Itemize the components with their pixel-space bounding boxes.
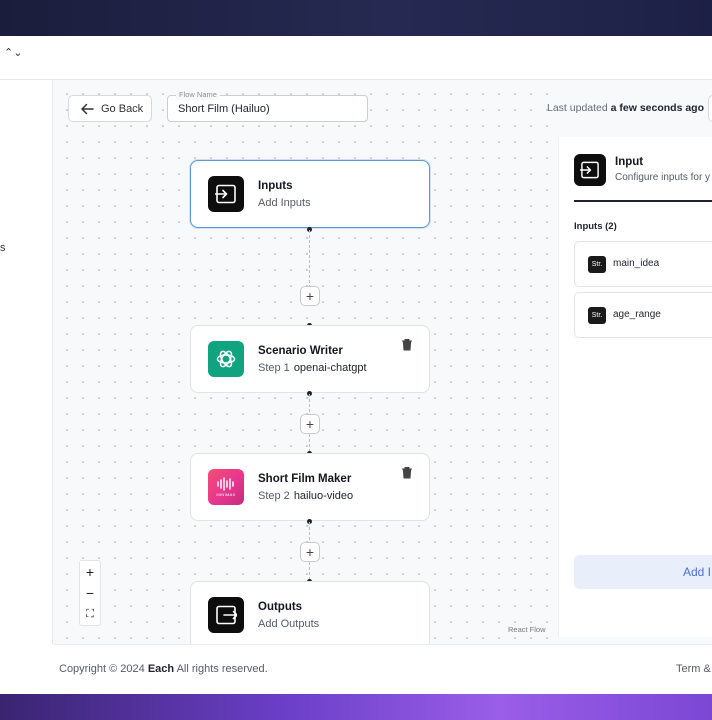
input-name: age_range — [613, 309, 661, 320]
string-type-icon: Str. — [588, 256, 606, 273]
last-updated-status: Last updated a few seconds ago — [547, 102, 704, 114]
footer: Copyright © 2024 Each All rights reserve… — [53, 644, 712, 694]
node-step: Step 2 hailuo-video — [258, 490, 353, 502]
sidebar-text-fragment: s — [0, 242, 6, 254]
flow-name-field[interactable]: Flow Name Short Film (Hailuo) — [167, 90, 368, 122]
terms-link[interactable]: Term & — [676, 663, 711, 675]
trash-icon[interactable] — [401, 466, 413, 479]
last-updated-value: a few seconds ago — [610, 102, 705, 114]
node-title: Inputs — [258, 180, 293, 192]
node-step: Step 1 openai-chatgpt — [258, 362, 367, 374]
flow-name-label: Flow Name — [176, 90, 220, 100]
input-name: main_idea — [613, 258, 660, 269]
node-subtitle: Add Outputs — [258, 618, 320, 630]
flow-node-inputs[interactable]: Inputs Add Inputs — [190, 160, 430, 228]
panel-title: Input — [615, 156, 644, 168]
inputs-heading: Inputs (2) — [574, 221, 617, 232]
arrow-left-icon — [81, 103, 94, 114]
flow-node-short-film-maker[interactable]: MINIMAX Short Film Maker Step 2 hailuo-vi… — [190, 453, 430, 521]
app-header: ⌃⌄ — [0, 36, 712, 80]
copyright-prefix: Copyright © 2024 — [59, 663, 145, 675]
flow-editor: Go Back Flow Name Short Film (Hailuo) In… — [53, 80, 712, 649]
go-back-label: Go Back — [101, 102, 144, 115]
step-name: openai-chatgpt — [293, 362, 367, 374]
panel-description: Configure inputs for y — [615, 172, 711, 183]
step-name: hailuo-video — [293, 490, 354, 502]
copyright-suffix: All rights reserved. — [176, 663, 268, 675]
background-top-band — [0, 0, 712, 36]
last-updated-prefix: Last updated — [547, 102, 608, 114]
minimax-logo-text: MINIMAX — [216, 492, 236, 497]
input-item-main-idea[interactable]: Str. main_idea — [574, 241, 712, 287]
input-item-age-range[interactable]: Str. age_range — [574, 292, 712, 338]
react-flow-attribution[interactable]: React Flow — [508, 625, 546, 634]
input-icon — [208, 176, 244, 212]
go-back-button[interactable]: Go Back — [68, 95, 152, 122]
flow-node-scenario-writer[interactable]: Scenario Writer Step 1 openai-chatgpt — [190, 325, 430, 393]
step-label: Step 1 — [258, 362, 290, 374]
zoom-controls: + − ⛶ — [79, 560, 101, 626]
node-title: Scenario Writer — [258, 345, 343, 357]
add-step-button[interactable]: + — [300, 542, 320, 562]
zoom-in-button[interactable]: + — [80, 561, 100, 583]
openai-logo-icon — [208, 341, 244, 377]
flow-node-outputs[interactable]: Outputs Add Outputs — [190, 581, 430, 649]
edge-connector — [309, 230, 310, 288]
node-title: Short Film Maker — [258, 473, 352, 485]
flow-name-input[interactable]: Short Film (Hailuo) — [178, 103, 270, 115]
add-step-button[interactable]: + — [300, 286, 320, 306]
step-label: Step 2 — [258, 490, 290, 502]
input-icon — [574, 154, 606, 186]
string-type-icon: Str. — [588, 307, 606, 324]
copyright-text: Copyright © 2024 Each All rights reserve… — [59, 663, 268, 675]
zoom-out-button[interactable]: − — [80, 582, 100, 604]
node-subtitle: Add Inputs — [258, 197, 311, 209]
app-window: ⌃⌄ s Go Back Flow Name Short Film (Hailu… — [0, 36, 712, 694]
add-step-button[interactable]: + — [300, 414, 320, 434]
background-bottom-band — [0, 694, 712, 720]
node-title: Outputs — [258, 601, 303, 613]
add-input-button[interactable]: Add I — [574, 555, 712, 589]
left-sidebar: s — [0, 80, 53, 644]
expand-chevron-icon[interactable]: ⌃⌄ — [4, 48, 22, 59]
brand-name: Each — [147, 663, 175, 675]
flow-canvas[interactable]: Go Back Flow Name Short Film (Hailuo) In… — [53, 80, 558, 649]
trash-icon[interactable] — [401, 338, 413, 351]
minimax-logo-icon: MINIMAX — [208, 469, 244, 505]
output-icon — [208, 597, 244, 633]
panel-tab-indicator — [574, 200, 712, 202]
node-config-panel: Input Configure inputs for y Inputs (2) … — [558, 137, 712, 637]
toolbar-action-button[interactable] — [708, 95, 712, 122]
fit-view-button[interactable]: ⛶ — [80, 603, 100, 625]
